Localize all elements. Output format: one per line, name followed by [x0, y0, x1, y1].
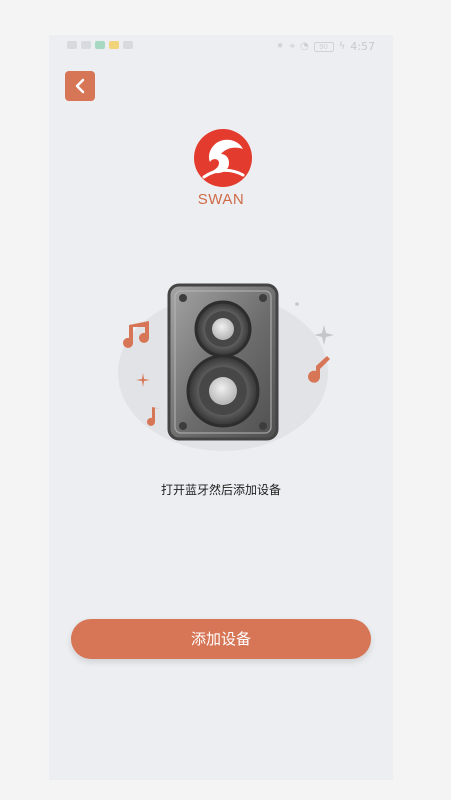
status-bar-left-icons: [67, 41, 133, 49]
brand-name: SWAN: [197, 191, 245, 208]
app-notification-icon: [95, 41, 105, 49]
back-button[interactable]: [65, 71, 95, 101]
speaker-screw: [259, 422, 267, 430]
swan-logo: [194, 129, 252, 187]
status-bar-right-icons: ✶ ⌖ ◔ 90 ϟ 4:57: [276, 40, 375, 53]
message-notification-icon: [109, 41, 119, 49]
speaker-screw: [259, 294, 267, 302]
sparkle-dot: [295, 302, 299, 306]
location-icon: ⌖: [289, 41, 295, 52]
bluetooth-instruction: 打开蓝牙然后添加设备: [160, 483, 281, 497]
app-screen: ✶ ⌖ ◔ 90 ϟ 4:57 SWAN 打开蓝牙然后添加设备 添加设备: [49, 35, 393, 780]
speaker-screw: [179, 422, 187, 430]
speaker-screw: [179, 294, 187, 302]
notification-dot-icon: [123, 41, 133, 49]
add-device-button[interactable]: 添加设备: [71, 619, 371, 659]
chevron-left-icon: [75, 78, 85, 94]
charging-icon: ϟ: [338, 41, 346, 52]
woofer-cone: [209, 377, 237, 405]
sim-icon: [67, 41, 77, 49]
alarm-icon: ◔: [299, 41, 309, 52]
battery-level: 90: [319, 42, 329, 51]
battery-icon: 90: [313, 41, 334, 52]
signal-icon: [81, 41, 91, 49]
tweeter-cone: [212, 318, 234, 340]
speaker-illustration: [118, 283, 334, 451]
bluetooth-icon: ✶: [275, 41, 285, 52]
status-bar: ✶ ⌖ ◔ 90 ϟ 4:57: [49, 35, 393, 59]
status-time: 4:57: [350, 40, 375, 53]
